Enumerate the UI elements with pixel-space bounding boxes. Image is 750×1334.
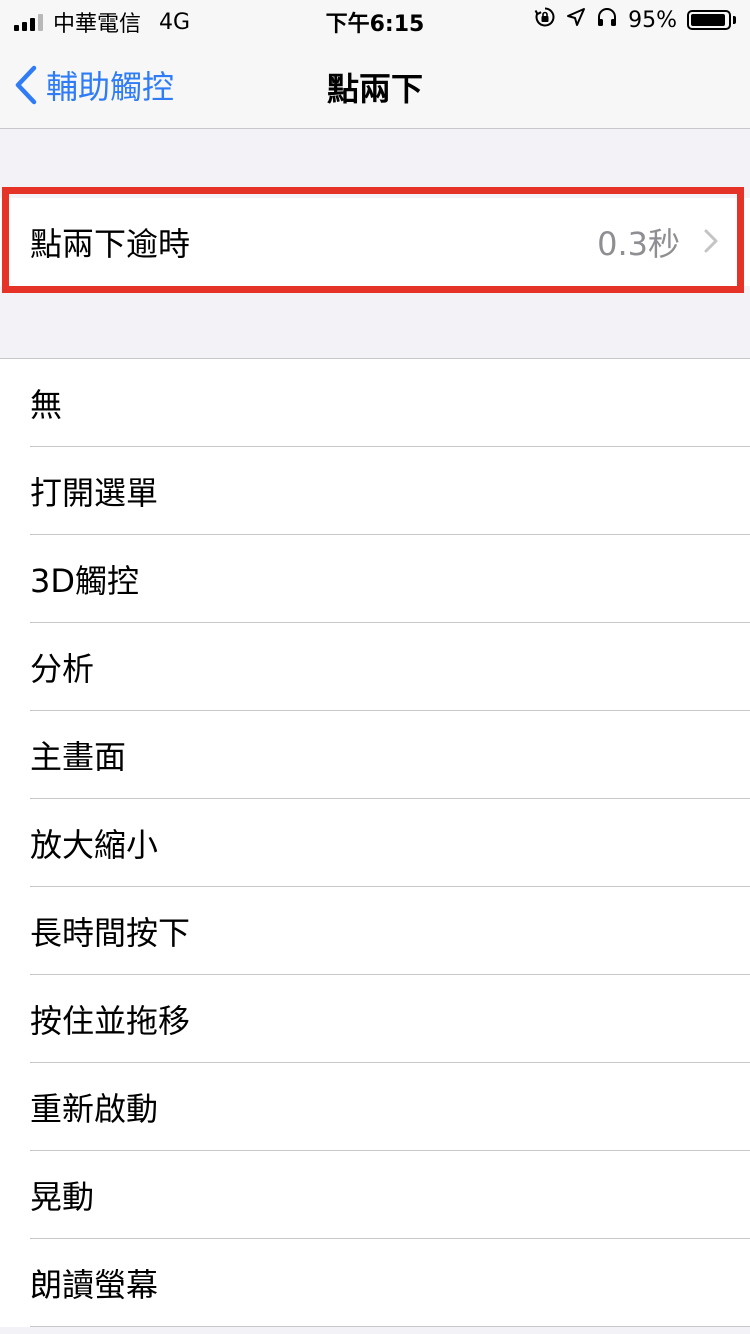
- action-item[interactable]: 重新啟動: [0, 1063, 750, 1151]
- action-item-label: 分析: [30, 650, 95, 688]
- status-bar: 中華電信 4G 下午6:15 95%: [0, 0, 750, 40]
- battery-icon: [687, 10, 736, 30]
- page-title: 點兩下: [326, 70, 423, 108]
- action-item[interactable]: 長時間按下: [0, 887, 750, 975]
- action-item[interactable]: 朗讀螢幕: [0, 1239, 750, 1327]
- timeout-label: 點兩下逾時: [30, 225, 191, 263]
- battery-percentage: 95%: [628, 7, 677, 33]
- action-item[interactable]: 分析: [0, 623, 750, 711]
- action-item-label: 晃動: [30, 1178, 95, 1216]
- action-item[interactable]: 3D觸控: [0, 535, 750, 623]
- action-item[interactable]: 無: [0, 359, 750, 447]
- action-item-label: 按住並拖移: [30, 1002, 191, 1040]
- action-item-label: 朗讀螢幕: [30, 1266, 159, 1304]
- action-item[interactable]: 放大縮小: [0, 799, 750, 887]
- action-item[interactable]: 晃動: [0, 1151, 750, 1239]
- action-item[interactable]: 主畫面: [0, 711, 750, 799]
- action-item-label: 無: [30, 386, 63, 424]
- action-item-label: 打開選單: [30, 474, 159, 512]
- action-item-label: 3D觸控: [30, 562, 140, 600]
- action-item-label: 重新啟動: [30, 1090, 159, 1128]
- timeout-value: 0.3秒: [597, 225, 680, 263]
- navigation-bar: 輔助觸控 點兩下: [0, 40, 750, 129]
- orientation-lock-icon: [534, 6, 556, 34]
- location-arrow-icon: [566, 7, 586, 33]
- action-item[interactable]: 按住並拖移: [0, 975, 750, 1063]
- battery-fill: [691, 14, 726, 26]
- double-tap-timeout-row[interactable]: 點兩下逾時 0.3秒: [0, 198, 750, 286]
- action-list: 無打開選單 3D觸控分析主畫面放大縮小長時間按下按住並拖移重新啟動晃動朗讀螢幕: [0, 358, 750, 1327]
- status-right: 95%: [534, 6, 736, 34]
- chevron-right-icon: [704, 229, 718, 253]
- action-item-label: 放大縮小: [30, 826, 159, 864]
- action-item-label: 長時間按下: [30, 914, 191, 952]
- action-item-label: 主畫面: [30, 738, 127, 776]
- action-item[interactable]: 打開選單: [0, 447, 750, 535]
- headphones-icon: [596, 6, 618, 34]
